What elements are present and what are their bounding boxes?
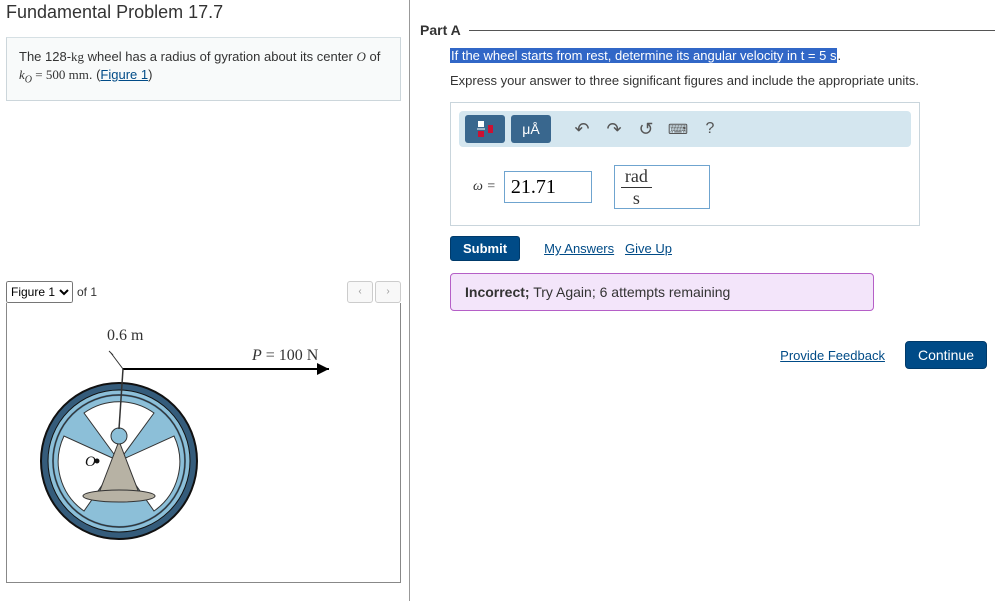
answer-area: μÅ ↶ ↷ ↺ ⌨ ? ω = rad s xyxy=(450,102,920,226)
redo-icon[interactable]: ↷ xyxy=(601,119,627,140)
submit-button[interactable]: Submit xyxy=(450,236,520,261)
text: ) xyxy=(148,67,152,82)
unit-fraction: rad s xyxy=(621,166,652,209)
force-label: P = 100 N xyxy=(252,347,318,365)
text: . ( xyxy=(89,67,101,82)
undo-icon[interactable]: ↶ xyxy=(569,119,595,140)
page-root: Fundamental Problem 17.7 The 128-kg whee… xyxy=(0,0,1005,601)
prompt-highlight: If the wheel starts from rest, determine… xyxy=(450,48,837,63)
units-hint: Express your answer to three significant… xyxy=(450,73,995,88)
var-kO: kO xyxy=(19,67,32,82)
units-tool-button[interactable]: μÅ xyxy=(511,115,551,143)
feedback-status: Incorrect; xyxy=(465,284,530,300)
answer-input-row: ω = rad s xyxy=(451,155,919,225)
keyboard-icon[interactable]: ⌨ xyxy=(665,121,691,138)
provide-feedback-link[interactable]: Provide Feedback xyxy=(780,348,885,363)
left-column: Fundamental Problem 17.7 The 128-kg whee… xyxy=(0,0,410,601)
radius-label: 0.6 m xyxy=(107,327,143,345)
feedback-text: Try Again; 6 attempts remaining xyxy=(530,284,731,300)
continue-button[interactable]: Continue xyxy=(905,341,987,369)
text: wheel has a radius of gyration about its… xyxy=(84,49,356,64)
bottom-row: Provide Feedback Continue xyxy=(420,341,995,369)
problem-statement: The 128-kg wheel has a radius of gyratio… xyxy=(6,37,401,101)
reset-icon[interactable]: ↺ xyxy=(633,119,659,140)
figure-count: of 1 xyxy=(77,285,97,299)
figure-nav-bar: Figure 1 of 1 ‹ › xyxy=(6,281,401,303)
right-column: Part A If the wheel starts from rest, de… xyxy=(410,0,1005,601)
answer-toolbar: μÅ ↶ ↷ ↺ ⌨ ? xyxy=(459,111,911,147)
text: = 500 xyxy=(32,67,69,82)
center-label: O xyxy=(85,454,96,470)
help-icon[interactable]: ? xyxy=(697,120,723,138)
actions-row: Submit My Answers Give Up xyxy=(450,236,995,261)
figure-link[interactable]: Figure 1 xyxy=(100,67,148,82)
text-kg: kg xyxy=(71,49,84,64)
answer-value-input[interactable] xyxy=(504,171,592,203)
figure-panel: 0.6 m P = 100 N xyxy=(6,303,401,583)
answer-unit-box[interactable]: rad s xyxy=(614,165,710,209)
part-label: Part A xyxy=(420,22,461,38)
part-divider xyxy=(469,30,995,31)
fraction-tool-button[interactable] xyxy=(465,115,505,143)
text: The 128- xyxy=(19,49,71,64)
give-up-link[interactable]: Give Up xyxy=(625,241,672,256)
text: of xyxy=(366,49,380,64)
my-answers-link[interactable]: My Answers xyxy=(544,241,614,256)
figure-selector[interactable]: Figure 1 xyxy=(6,281,73,303)
unit-denominator: s xyxy=(629,188,644,209)
unit-numerator: rad xyxy=(621,166,652,188)
page-title: Fundamental Problem 17.7 xyxy=(6,2,401,23)
prev-figure-button[interactable]: ‹ xyxy=(347,281,373,303)
answer-symbol: ω = xyxy=(473,179,496,195)
part-header: Part A xyxy=(420,22,995,38)
text-mm: mm xyxy=(69,67,89,82)
feedback-box: Incorrect; Try Again; 6 attempts remaini… xyxy=(450,273,874,311)
var-O: O xyxy=(356,49,365,64)
prompt-line: If the wheel starts from rest, determine… xyxy=(450,48,995,63)
next-figure-button[interactable]: › xyxy=(375,281,401,303)
